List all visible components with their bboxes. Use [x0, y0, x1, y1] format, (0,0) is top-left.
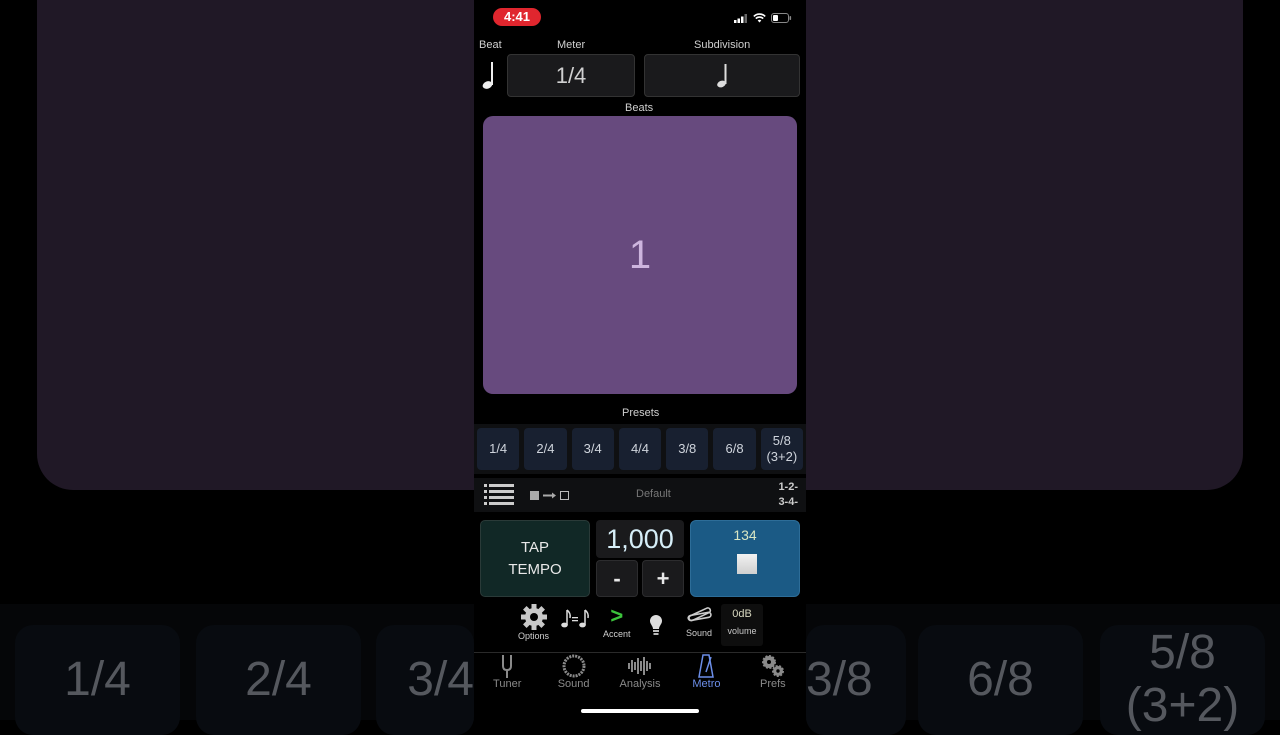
beat-count: 134 — [691, 527, 799, 543]
background-preset: 3/4 — [376, 625, 474, 735]
home-indicator[interactable] — [581, 709, 699, 713]
preset-list-button[interactable] — [484, 484, 514, 511]
tempo-value[interactable]: 1,000 — [596, 520, 684, 558]
tempo-minus-button[interactable]: - — [596, 560, 638, 597]
tab-prefs-label: Prefs — [760, 678, 786, 690]
volume-value: 0dB — [721, 608, 763, 620]
preset-button[interactable]: 5/8 (3+2) — [761, 428, 803, 470]
stop-icon — [737, 554, 757, 574]
divider — [474, 652, 806, 653]
status-bar: 4:41 — [474, 0, 806, 34]
accent-icon: > — [610, 604, 623, 628]
tap-label-line1: TAP — [508, 537, 561, 559]
tap-label-line2: TEMPO — [508, 559, 561, 581]
tab-analysis-label: Analysis — [620, 678, 661, 690]
presets-label: Presets — [622, 407, 659, 419]
ring-icon — [562, 654, 586, 678]
beat-indicator[interactable]: 1 — [483, 116, 797, 394]
wifi-icon — [753, 13, 766, 23]
tempo-plus-button[interactable]: + — [642, 560, 684, 597]
background-preset: 5/8 (3+2) — [1100, 625, 1265, 735]
background-preset: 6/8 — [918, 625, 1083, 735]
battery-icon — [771, 13, 792, 23]
tab-bar: Tuner Sound Analysis — [474, 654, 806, 694]
preset-button[interactable]: 3/8 — [666, 428, 708, 470]
preset-button[interactable]: 2/4 — [524, 428, 566, 470]
metronome-icon — [698, 654, 714, 678]
accent-button[interactable]: > Accent — [603, 604, 631, 639]
accent-label: Accent — [603, 629, 631, 639]
tab-sound[interactable]: Sound — [540, 654, 606, 694]
swing-button[interactable] — [560, 608, 592, 630]
waveform-icon — [627, 656, 653, 676]
clave-sticks-icon — [686, 604, 712, 626]
sound-label: Sound — [686, 628, 712, 638]
presets-row: 1/4 2/4 3/4 4/4 3/8 6/8 5/8 (3+2) — [474, 424, 806, 474]
gear-icon — [521, 604, 547, 630]
subdivision-select[interactable] — [644, 54, 800, 97]
copy-preset-button[interactable] — [530, 489, 570, 507]
tools-row: Default 1-2- 3-4- — [474, 478, 806, 512]
sound-button[interactable]: Sound — [686, 604, 712, 638]
count-mode-button[interactable]: 1-2- 3-4- — [778, 480, 798, 510]
background-preset: 1/4 — [15, 625, 180, 735]
background-preset: 2/4 — [196, 625, 361, 735]
gears-icon — [761, 654, 785, 678]
count-label-line1: 1-2- — [778, 480, 798, 495]
options-label: Options — [518, 631, 549, 641]
lightbulb-icon — [649, 614, 663, 638]
tab-metro[interactable]: Metro — [673, 654, 739, 694]
start-stop-button[interactable]: 134 — [690, 520, 800, 597]
signal-icon — [734, 14, 748, 23]
options-row: Options > Accent — [474, 604, 806, 652]
beat-note-button[interactable] — [480, 60, 496, 95]
meter-select[interactable]: 1/4 — [507, 54, 635, 97]
tab-prefs[interactable]: Prefs — [740, 654, 806, 694]
tab-sound-label: Sound — [558, 678, 590, 690]
tempo-controls: TAP TEMPO 1,000 - + 134 — [474, 516, 806, 602]
current-beat-number: 1 — [629, 233, 651, 278]
tab-tuner-label: Tuner — [493, 678, 521, 690]
preset-button[interactable]: 6/8 — [713, 428, 755, 470]
volume-control[interactable]: 0dB volume — [721, 604, 763, 646]
volume-label: volume — [721, 626, 763, 636]
beat-label: Beat — [479, 39, 502, 51]
flash-button[interactable] — [649, 614, 663, 638]
tab-tuner[interactable]: Tuner — [474, 654, 540, 694]
tab-metro-label: Metro — [692, 678, 720, 690]
tuning-fork-icon — [501, 654, 513, 678]
note-equals-note-icon — [560, 608, 592, 630]
preset-button[interactable]: 1/4 — [477, 428, 519, 470]
beats-label: Beats — [625, 102, 653, 114]
meter-label: Meter — [557, 39, 585, 51]
status-time: 4:41 — [493, 8, 541, 26]
quarter-note-icon — [715, 63, 729, 89]
tab-analysis[interactable]: Analysis — [607, 654, 673, 694]
quarter-note-icon — [480, 60, 496, 90]
count-label-line2: 3-4- — [778, 495, 798, 510]
subdivision-label: Subdivision — [694, 39, 750, 51]
status-icons — [734, 13, 792, 23]
phone-screen: 4:41 Beat Meter Subdivision 1/4 Beats 1 … — [474, 0, 806, 720]
background-preset: 3/8 — [806, 625, 906, 735]
options-button[interactable]: Options — [518, 604, 549, 641]
preset-button[interactable]: 3/4 — [572, 428, 614, 470]
list-icon — [484, 484, 514, 506]
copy-arrow-icon — [530, 490, 570, 502]
tap-tempo-button[interactable]: TAP TEMPO — [480, 520, 590, 597]
preset-button[interactable]: 4/4 — [619, 428, 661, 470]
preset-name: Default — [636, 488, 671, 500]
